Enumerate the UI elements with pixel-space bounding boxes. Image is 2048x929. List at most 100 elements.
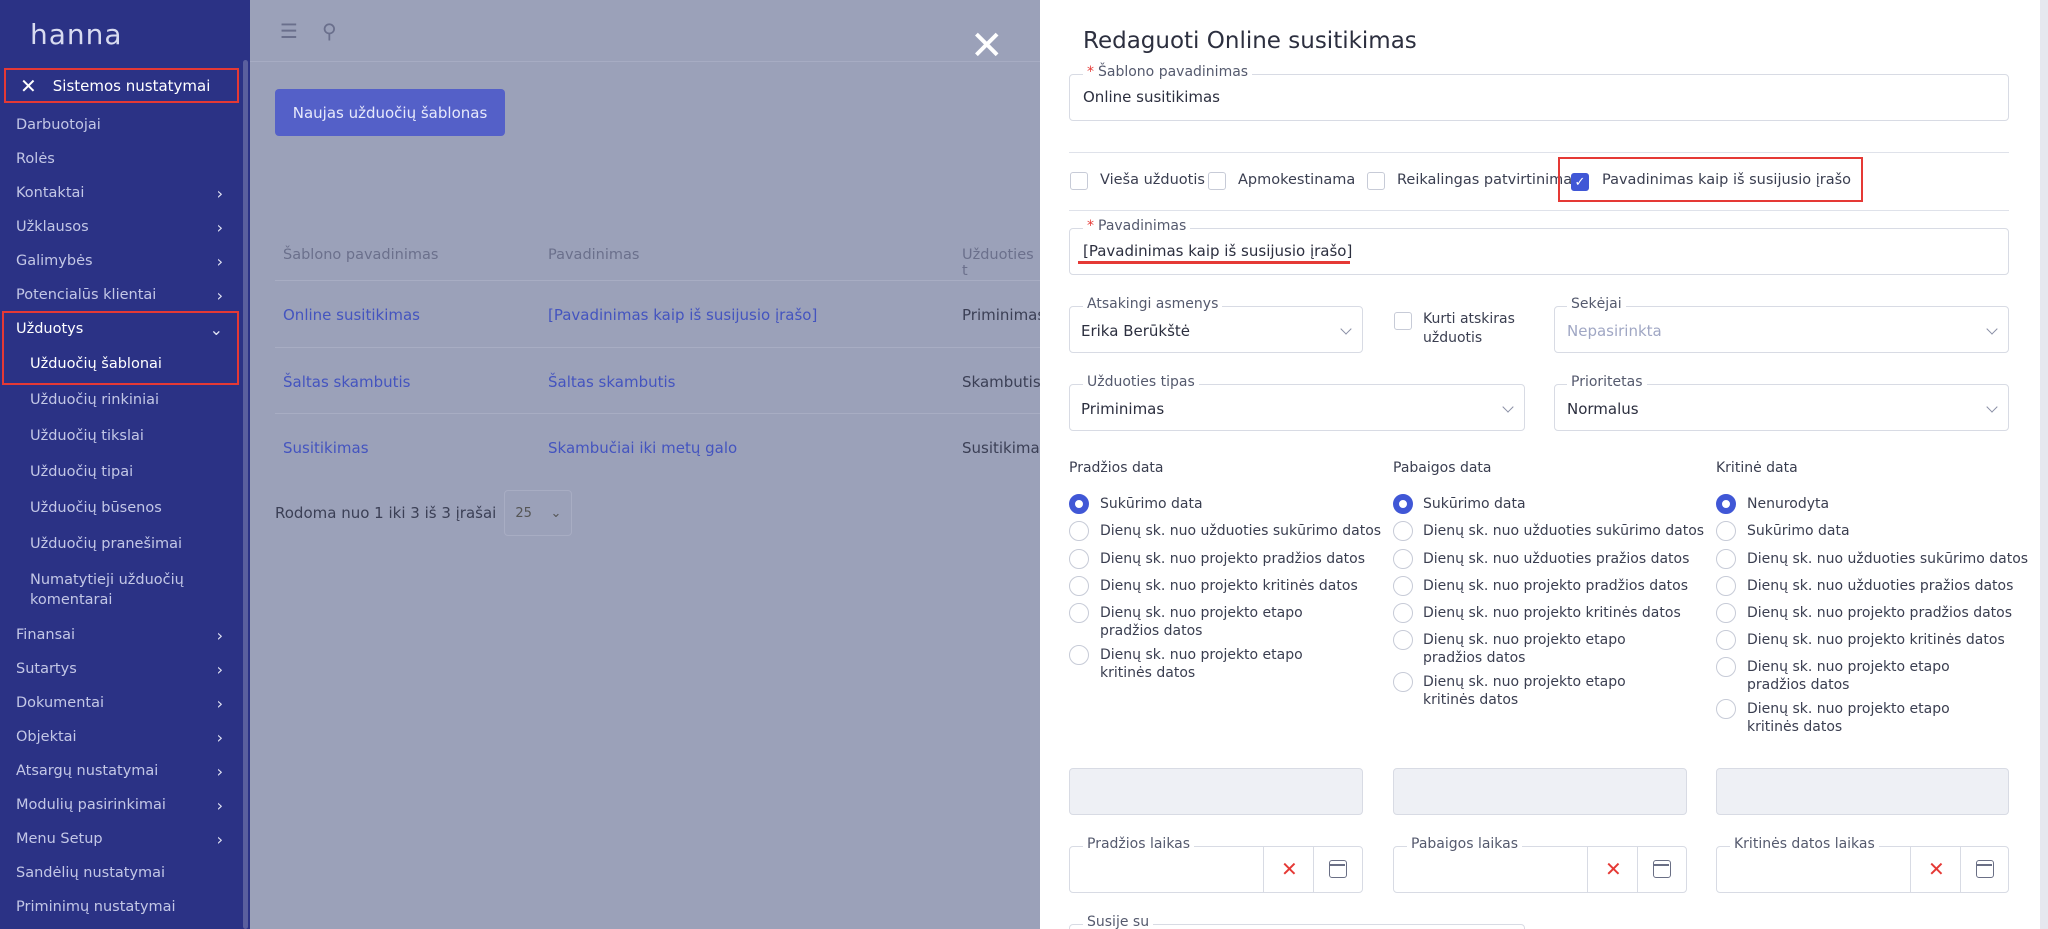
- name-label: * Pavadinimas: [1083, 218, 1191, 234]
- column-header[interactable]: Šablono pavadinimas: [283, 247, 438, 263]
- start-days-input[interactable]: [1069, 768, 1363, 815]
- sidebar-subitem-uzduociu-tikslai[interactable]: Užduočių tikslai: [0, 418, 245, 454]
- sidebar-item-finansai[interactable]: Finansai ›: [0, 618, 245, 652]
- menu-icon[interactable]: ☰: [280, 19, 298, 43]
- sidebar-item-uzklausos[interactable]: Užklausos ›: [0, 210, 245, 244]
- critical-option-label: Dienų sk. nuo projekto kritinės datos: [1747, 632, 2005, 648]
- row-divider: [275, 347, 1040, 348]
- table-cell-link[interactable]: Šaltas skambutis: [548, 373, 675, 391]
- end-option-radio[interactable]: [1393, 672, 1413, 692]
- start-option-radio[interactable]: [1069, 645, 1089, 665]
- critical-option-label: Sukūrimo data: [1747, 523, 1850, 539]
- sidebar-subitem-uzduociu-rinkiniai[interactable]: Užduočių rinkiniai: [0, 382, 245, 418]
- close-icon[interactable]: ✕: [20, 74, 37, 98]
- end-option-radio[interactable]: [1393, 630, 1413, 650]
- sidebar-item-potencialus-klientai[interactable]: Potencialūs klientai ›: [0, 278, 245, 312]
- critical-option-radio[interactable]: [1716, 657, 1736, 677]
- critical-option-radio[interactable]: [1716, 576, 1736, 596]
- table-cell-link[interactable]: [Pavadinimas kaip iš susijusio įrašo]: [548, 306, 817, 324]
- start-option-radio[interactable]: [1069, 576, 1089, 596]
- topbar: ☰ ⚲: [250, 0, 1040, 62]
- end-time-input[interactable]: ✕: [1393, 846, 1687, 893]
- critical-option-radio[interactable]: [1716, 521, 1736, 541]
- row-divider: [275, 280, 1040, 281]
- divider: [1069, 210, 2009, 211]
- end-option-radio[interactable]: [1393, 549, 1413, 569]
- sidebar-item-roles[interactable]: Rolės: [0, 142, 245, 176]
- followers-placeholder: Nepasirinkta: [1567, 322, 1662, 340]
- responsible-value: Erika Berūkštė: [1081, 322, 1190, 340]
- brand-logo[interactable]: hanna: [0, 0, 250, 64]
- sidebar-item-sutartys[interactable]: Sutartys ›: [0, 652, 245, 686]
- sidebar-item-kontaktai[interactable]: Kontaktai ›: [0, 176, 245, 210]
- sidebar-subitem-uzduociu-busenos[interactable]: Užduočių būsenos: [0, 490, 245, 526]
- critical-option-radio[interactable]: [1716, 603, 1736, 623]
- start-option-label: Dienų sk. nuo projekto etapo pradžios da…: [1100, 605, 1303, 639]
- sidebar-item-galimybes[interactable]: Galimybės ›: [0, 244, 245, 278]
- sidebar-item-moduliu-pasirinkimai[interactable]: Modulių pasirinkimai ›: [0, 788, 245, 822]
- sidebar-item-atsargu-nustatymai[interactable]: Atsargų nustatymai ›: [0, 754, 245, 788]
- calendar-icon[interactable]: [1329, 860, 1347, 878]
- sidebar-scrollbar[interactable]: [243, 60, 248, 929]
- chevron-right-icon: ›: [216, 829, 223, 849]
- end-option-radio[interactable]: [1393, 603, 1413, 623]
- settings-section-header[interactable]: ✕ Sistemos nustatymai: [4, 68, 239, 103]
- sidebar-item-darbuotojai[interactable]: Darbuotojai: [0, 108, 245, 142]
- start-option-radio[interactable]: [1069, 494, 1089, 514]
- separate-tasks-checkbox[interactable]: [1394, 312, 1412, 330]
- critical-option-radio[interactable]: [1716, 699, 1736, 719]
- sidebar-subitem-uzduociu-tipai[interactable]: Užduočių tipai: [0, 454, 245, 490]
- separator: [1587, 847, 1588, 892]
- close-drawer-icon[interactable]: ✕: [970, 26, 1004, 66]
- start-time-input[interactable]: ✕: [1069, 846, 1363, 893]
- end-option-radio[interactable]: [1393, 576, 1413, 596]
- sidebar-subitem-label: Užduočių tikslai: [30, 428, 144, 444]
- critical-option-radio[interactable]: [1716, 494, 1736, 514]
- start-option-radio[interactable]: [1069, 521, 1089, 541]
- end-option-radio[interactable]: [1393, 521, 1413, 541]
- new-task-template-button[interactable]: Naujas užduočių šablonas: [275, 89, 505, 136]
- billable-checkbox[interactable]: [1208, 172, 1226, 190]
- sidebar-item-sandeliu-nustatymai[interactable]: Sandėlių nustatymai: [0, 856, 245, 890]
- end-option-radio[interactable]: [1393, 494, 1413, 514]
- start-date-title: Pradžios data: [1069, 460, 1164, 476]
- critical-option-radio[interactable]: [1716, 630, 1736, 650]
- table-cell-link[interactable]: Susitikimas: [283, 439, 369, 457]
- table-cell-link[interactable]: Skambučiai iki metų galo: [548, 439, 737, 457]
- critical-time-input[interactable]: ✕: [1716, 846, 2009, 893]
- table-cell-link[interactable]: Online susitikimas: [283, 306, 420, 324]
- critical-option-label: Dienų sk. nuo projekto etapo pradžios da…: [1747, 659, 1950, 693]
- clear-icon[interactable]: ✕: [1605, 857, 1622, 881]
- start-option-radio[interactable]: [1069, 549, 1089, 569]
- sidebar-subitem-label: Užduočių pranešimai: [30, 536, 183, 552]
- approval-required-checkbox[interactable]: [1367, 172, 1385, 190]
- critical-option-radio[interactable]: [1716, 549, 1736, 569]
- search-icon[interactable]: ⚲: [322, 19, 337, 43]
- settings-section-title: Sistemos nustatymai: [52, 76, 211, 95]
- critical-option-label: Dienų sk. nuo projekto pradžios datos: [1747, 605, 2013, 621]
- separator: [1313, 847, 1314, 892]
- sidebar-item-label: Finansai: [16, 627, 76, 643]
- critical-days-input[interactable]: [1716, 768, 2009, 815]
- sidebar-item-dokumentai[interactable]: Dokumentai ›: [0, 686, 245, 720]
- sidebar-item-priminimu-nustatymai[interactable]: Priminimų nustatymai: [0, 890, 245, 924]
- clear-icon[interactable]: ✕: [1281, 857, 1298, 881]
- end-option-label: Dienų sk. nuo užduoties sukūrimo datos: [1423, 523, 1705, 539]
- page-size-select[interactable]: 25 ⌄: [504, 490, 573, 536]
- drawer-scrollbar[interactable]: [2040, 0, 2048, 929]
- sidebar-item-menu-setup[interactable]: Menu Setup ›: [0, 822, 245, 856]
- public-task-checkbox[interactable]: [1070, 172, 1088, 190]
- start-option-radio[interactable]: [1069, 603, 1089, 623]
- sidebar-item-objektai[interactable]: Objektai ›: [0, 720, 245, 754]
- column-header[interactable]: Pavadinimas: [548, 247, 639, 263]
- column-header[interactable]: Užduoties t: [962, 247, 1040, 279]
- sidebar-subitem-uzduociu-pranesimai[interactable]: Užduočių pranešimai: [0, 526, 245, 562]
- table-cell-link[interactable]: Šaltas skambutis: [283, 373, 410, 391]
- chevron-right-icon: ›: [216, 659, 223, 679]
- end-days-input[interactable]: [1393, 768, 1687, 815]
- calendar-icon[interactable]: [1653, 860, 1671, 878]
- sidebar-item-label: Kontaktai: [16, 185, 85, 201]
- clear-icon[interactable]: ✕: [1928, 857, 1945, 881]
- sidebar-subitem-numatytieji-komentarai[interactable]: Numatytieji užduočių komentarai: [0, 562, 245, 618]
- calendar-icon[interactable]: [1976, 860, 1994, 878]
